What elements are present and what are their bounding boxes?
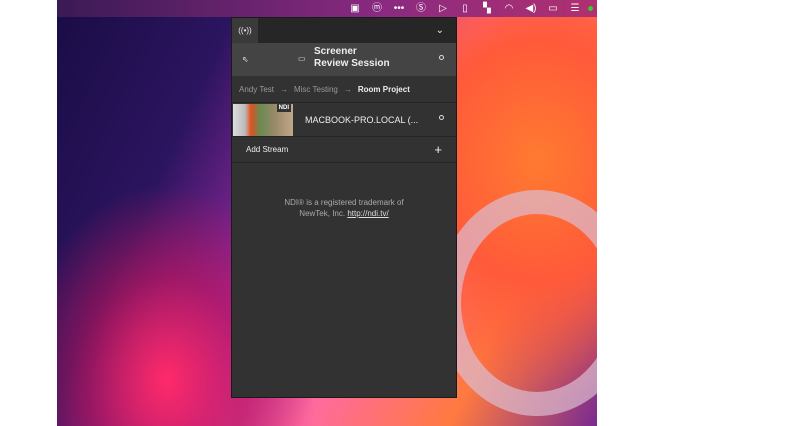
breadcrumb-item[interactable]: Misc Testing <box>294 85 338 94</box>
breadcrumb: Andy Test → Misc Testing → Room Project <box>232 76 456 103</box>
s-icon[interactable]: Ⓢ <box>410 0 432 17</box>
broadcast-icon[interactable]: ((•)) <box>232 18 258 43</box>
wifi-icon[interactable]: ◠ <box>498 0 520 17</box>
breadcrumb-item[interactable]: Andy Test <box>239 85 274 94</box>
trademark-notice: NDI® is a registered trademark of NewTek… <box>232 197 456 219</box>
stream-name: MACBOOK-PRO.LOCAL (... <box>305 114 419 125</box>
ndi-link[interactable]: http://ndi.tv/ <box>347 209 388 218</box>
chevron-down-icon[interactable]: ⌄ <box>436 25 444 36</box>
ndi-badge: NDI <box>276 103 291 112</box>
app-icon[interactable]: ▣ <box>344 0 366 17</box>
folder-icon: ▭ <box>298 54 306 63</box>
session-title-line2: Review Session <box>314 58 390 69</box>
battery-icon[interactable]: ▭ <box>542 0 564 17</box>
menu-bar: ▣ ⓜ ••• Ⓢ ▷ ▯ ▚ ◠ ◀) ▭ ☰ <box>57 0 597 17</box>
stream-thumbnail: NDI <box>233 103 293 136</box>
session-header: ⇖ ▭ Screener Review Session <box>232 43 456 76</box>
wallpaper-swoosh <box>437 190 597 416</box>
play-icon[interactable]: ▷ <box>432 0 454 17</box>
layout-icon[interactable]: ▚ <box>476 0 498 17</box>
status-dot <box>588 6 593 11</box>
breadcrumb-current: Room Project <box>357 84 410 94</box>
session-title: Screener Review Session <box>314 46 390 70</box>
m-icon[interactable]: ⓜ <box>366 0 388 17</box>
session-title-line1: Screener <box>314 46 357 57</box>
add-stream-button[interactable]: Add Stream + <box>232 137 456 163</box>
ndi-panel: ((•)) ⌄ ⇖ ▭ Screener Review Session Andy… <box>231 17 457 398</box>
control-center-icon[interactable]: ☰ <box>564 0 586 17</box>
plus-icon: + <box>434 142 442 157</box>
arrow-right-icon: → <box>343 84 352 94</box>
badge-icon[interactable]: ▯ <box>454 0 476 17</box>
arrow-right-icon: → <box>279 84 288 94</box>
panel-header: ((•)) ⌄ <box>232 18 456 43</box>
stream-options-icon[interactable] <box>439 115 444 120</box>
session-options-icon[interactable] <box>439 55 444 60</box>
notice-line2: NewTek, Inc. <box>299 209 346 218</box>
dots-icon[interactable]: ••• <box>388 0 410 17</box>
back-arrow-icon[interactable]: ⇖ <box>242 55 249 64</box>
add-stream-label: Add Stream <box>246 145 289 154</box>
stream-item[interactable]: NDI MACBOOK-PRO.LOCAL (... <box>232 103 456 137</box>
volume-icon[interactable]: ◀) <box>520 0 542 17</box>
notice-line1: NDI® is a registered trademark of <box>284 198 404 207</box>
